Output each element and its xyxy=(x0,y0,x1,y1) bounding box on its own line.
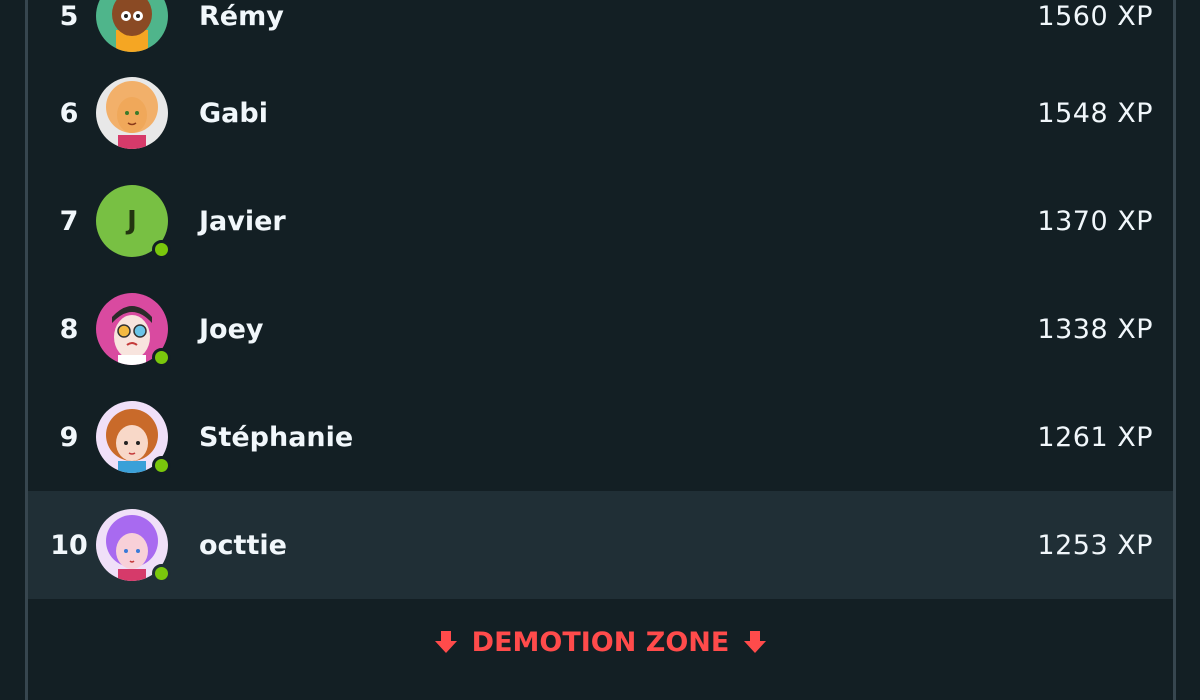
demotion-zone-banner: DEMOTION ZONE xyxy=(28,604,1173,680)
arrow-down-icon xyxy=(432,628,460,656)
online-indicator xyxy=(152,564,171,583)
player-name[interactable]: Stéphanie xyxy=(199,422,353,453)
leaderboard-panel: 5 Rémy 1560 XP 6 Gabi 1548 XP 7 J Javier… xyxy=(25,0,1176,700)
avatar[interactable] xyxy=(96,293,171,367)
leaderboard-row[interactable]: 7 J Javier 1370 XP xyxy=(28,167,1173,275)
player-name[interactable]: Gabi xyxy=(199,98,268,129)
rank-number: 8 xyxy=(59,313,79,345)
leaderboard-row[interactable]: 9 Stéphanie 1261 XP xyxy=(28,383,1173,491)
rank-number: 10 xyxy=(50,529,88,561)
online-indicator xyxy=(152,240,171,259)
rank-number: 5 xyxy=(59,0,79,32)
rank-number: 7 xyxy=(59,205,79,237)
player-xp: 1338 XP xyxy=(1037,313,1153,345)
leaderboard-row[interactable]: 6 Gabi 1548 XP xyxy=(28,59,1173,167)
gabi-avatar-icon xyxy=(96,77,168,149)
demotion-zone-label: DEMOTION ZONE xyxy=(471,626,730,658)
player-name[interactable]: Joey xyxy=(199,314,264,345)
player-xp: 1261 XP xyxy=(1037,421,1153,453)
remy-avatar-icon xyxy=(96,0,168,52)
player-name[interactable]: Rémy xyxy=(199,1,284,32)
online-indicator xyxy=(152,456,171,475)
leaderboard-row-current-user[interactable]: 10 octtie 1253 XP xyxy=(28,491,1173,599)
player-name[interactable]: octtie xyxy=(199,530,287,561)
avatar[interactable]: J xyxy=(96,185,171,259)
player-xp: 1370 XP xyxy=(1037,205,1153,237)
leaderboard-row[interactable]: 8 Joey 1338 XP xyxy=(28,275,1173,383)
avatar[interactable] xyxy=(96,77,168,149)
arrow-down-icon xyxy=(741,628,769,656)
rank-number: 9 xyxy=(59,421,79,453)
player-xp: 1253 XP xyxy=(1037,529,1153,561)
avatar[interactable] xyxy=(96,401,171,475)
player-xp: 1548 XP xyxy=(1037,97,1153,129)
rank-number: 6 xyxy=(59,97,79,129)
player-xp: 1560 XP xyxy=(1037,0,1153,32)
avatar[interactable] xyxy=(96,509,171,583)
player-name[interactable]: Javier xyxy=(199,206,286,237)
online-indicator xyxy=(152,348,171,367)
avatar[interactable] xyxy=(96,0,168,52)
